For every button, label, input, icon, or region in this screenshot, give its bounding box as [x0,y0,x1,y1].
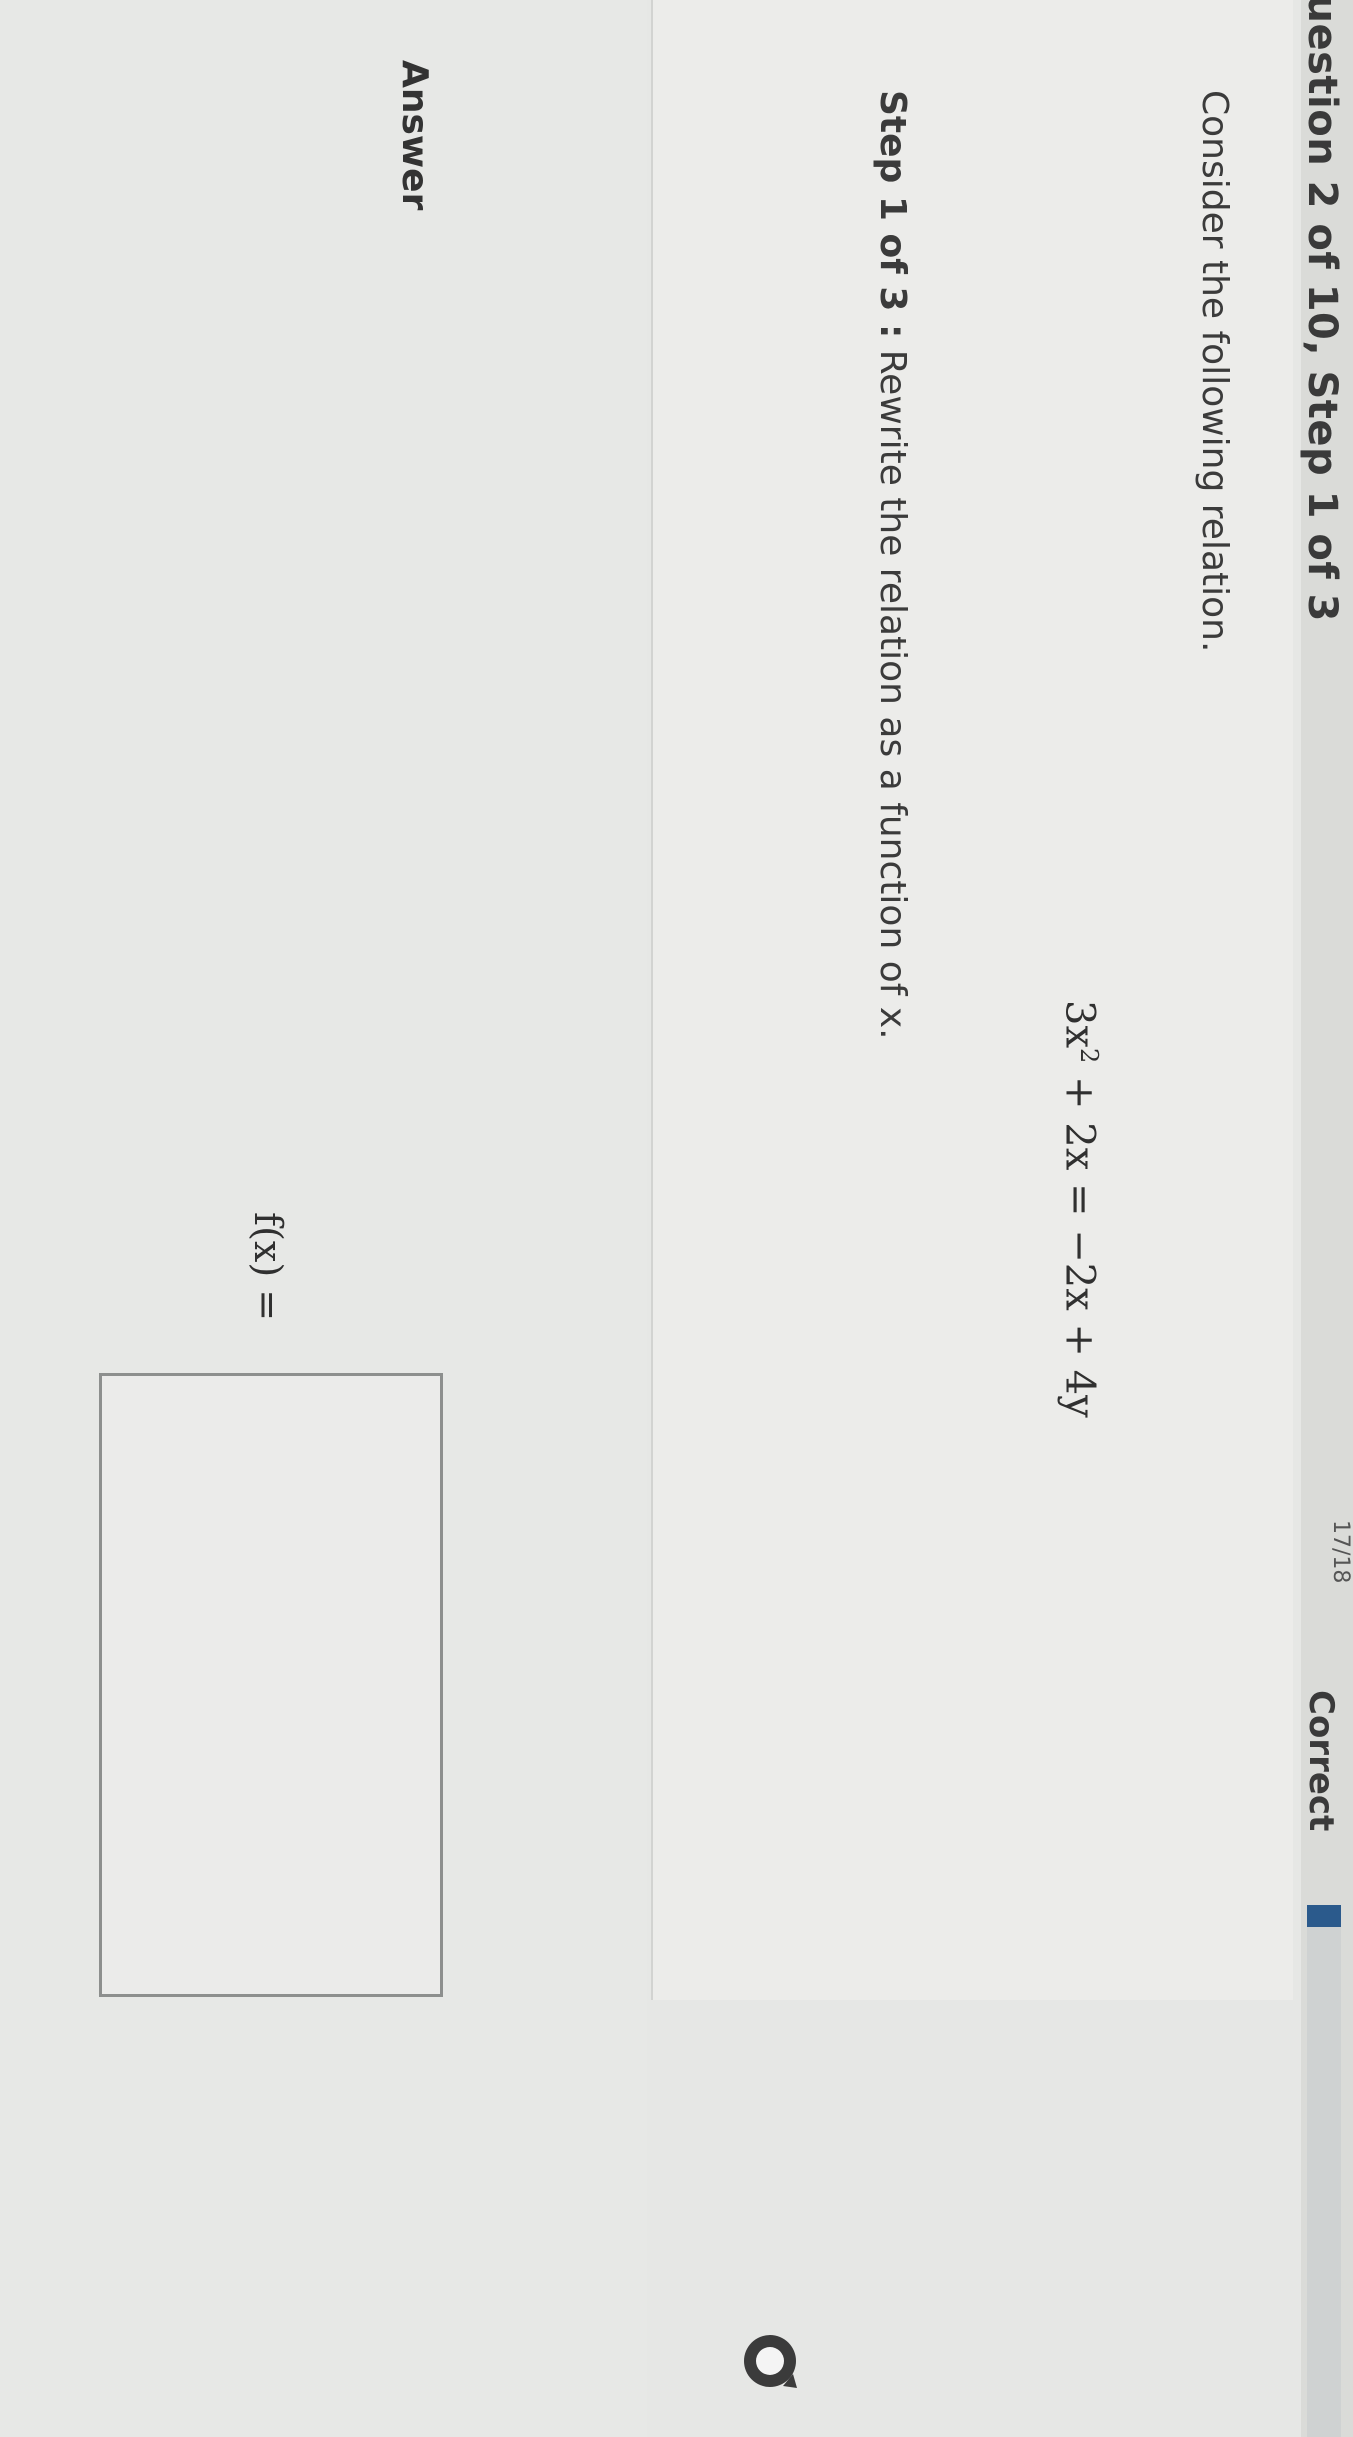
app-screen: Question 2 of 10, Step 1 of 3 17/18 Corr… [0,0,1353,2437]
equation-lhs-term: 3x [1056,1000,1103,1049]
question-progress-text: Question 2 of 10, Step 1 of 3 [1299,0,1345,622]
relation-equation: 3x2 + 2x = −2x + 4y [1057,1000,1103,1418]
function-label: f(x) = [246,1212,290,1322]
help-circle-icon[interactable] [739,2330,801,2392]
answer-label: Answer [394,60,435,211]
answer-input[interactable] [99,1373,443,1997]
answer-section [0,0,647,2437]
step-text: Rewrite the relation as a function of x. [872,338,913,1040]
top-bar: Question 2 of 10, Step 1 of 3 17/18 Corr… [1299,0,1353,2437]
status-label: Correct [1301,1690,1341,1832]
step-label: Step 1 of 3 : [872,90,913,339]
step-instruction: Step 1 of 3 : Rewrite the relation as a … [872,90,913,1040]
score-small-text: 17/18 [1328,1520,1353,1584]
question-intro: Consider the following relation. [1194,90,1235,653]
equation-exponent: 2 [1075,1048,1103,1064]
equation-rest: + 2x = −2x + 4y [1056,1063,1103,1418]
progress-bar-fill [1307,1905,1341,1927]
progress-bar [1307,1905,1341,2437]
